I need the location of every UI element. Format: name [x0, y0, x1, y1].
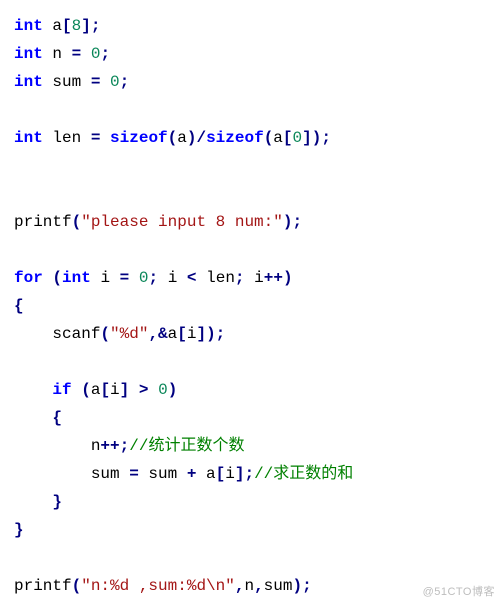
text	[100, 129, 110, 147]
operator: ];	[81, 17, 100, 35]
text	[129, 269, 139, 287]
text: len	[43, 129, 91, 147]
text: n	[14, 437, 100, 455]
number: 8	[72, 17, 82, 35]
keyword: sizeof	[110, 129, 168, 147]
keyword: int	[14, 73, 43, 91]
text	[14, 493, 52, 511]
string: "please input 8 num:"	[81, 213, 283, 231]
code-block: int a[8]; int n = 0; int sum = 0; int le…	[14, 12, 487, 600]
operator: ];	[235, 465, 254, 483]
text: i	[245, 269, 264, 287]
operator: =	[91, 73, 101, 91]
keyword: int	[62, 269, 91, 287]
operator: =	[129, 465, 139, 483]
text: n	[43, 45, 72, 63]
operator: {	[14, 297, 24, 315]
text	[81, 45, 91, 63]
operator: ;	[235, 269, 245, 287]
text: scanf	[14, 325, 100, 343]
operator: ++;	[100, 437, 129, 455]
operator: ]);	[196, 325, 225, 343]
operator: =	[72, 45, 82, 63]
text: a	[196, 465, 215, 483]
operator: (	[100, 325, 110, 343]
keyword: for	[14, 269, 43, 287]
keyword: int	[14, 17, 43, 35]
operator: [	[283, 129, 293, 147]
operator: );	[292, 577, 311, 595]
operator: [	[216, 465, 226, 483]
operator: ,	[254, 577, 264, 595]
keyword: sizeof	[206, 129, 264, 147]
operator: ;	[100, 45, 110, 63]
comment: //统计正数个数	[129, 437, 244, 455]
number: 0	[91, 45, 101, 63]
operator: ]);	[302, 129, 331, 147]
keyword: int	[14, 45, 43, 63]
operator: (	[81, 381, 91, 399]
number: 0	[293, 129, 303, 147]
text: sum	[14, 465, 129, 483]
operator: }	[14, 521, 24, 539]
text	[72, 381, 82, 399]
text: a	[273, 129, 283, 147]
text	[100, 73, 110, 91]
text: sum	[264, 577, 293, 595]
text: a	[177, 129, 187, 147]
operator: );	[283, 213, 302, 231]
text	[43, 269, 53, 287]
text: len	[197, 269, 235, 287]
text: sum	[43, 73, 91, 91]
operator: [	[100, 381, 110, 399]
text	[14, 381, 52, 399]
watermark: @51CTO博客	[423, 583, 495, 602]
operator: [	[177, 325, 187, 343]
operator: (	[168, 129, 178, 147]
operator: ;	[120, 73, 130, 91]
operator: (	[72, 577, 82, 595]
text: n	[244, 577, 254, 595]
string: "%d"	[110, 325, 148, 343]
operator: (	[264, 129, 274, 147]
text: i	[158, 269, 187, 287]
operator: {	[52, 409, 62, 427]
operator: (	[52, 269, 62, 287]
text: i	[225, 465, 235, 483]
operator: ]	[120, 381, 130, 399]
operator: ,&	[148, 325, 167, 343]
operator: =	[91, 129, 101, 147]
number: 0	[158, 381, 168, 399]
text: i	[91, 269, 120, 287]
operator: ++)	[264, 269, 293, 287]
text	[129, 381, 139, 399]
operator: ;	[148, 269, 158, 287]
operator: }	[52, 493, 62, 511]
text: printf	[14, 213, 72, 231]
operator: =	[120, 269, 130, 287]
operator: )/	[187, 129, 206, 147]
keyword: if	[52, 381, 71, 399]
text: a	[43, 17, 62, 35]
text: printf	[14, 577, 72, 595]
number: 0	[110, 73, 120, 91]
operator: (	[72, 213, 82, 231]
text: i	[110, 381, 120, 399]
comment: //求正数的和	[254, 465, 353, 483]
text: a	[91, 381, 101, 399]
text: a	[168, 325, 178, 343]
operator: [	[62, 17, 72, 35]
string: "n:%d ,sum:%d\n"	[81, 577, 235, 595]
operator: )	[168, 381, 178, 399]
operator: ,	[235, 577, 245, 595]
operator: +	[187, 465, 197, 483]
operator: <	[187, 269, 197, 287]
text: sum	[139, 465, 187, 483]
keyword: int	[14, 129, 43, 147]
text	[148, 381, 158, 399]
text	[14, 409, 52, 427]
